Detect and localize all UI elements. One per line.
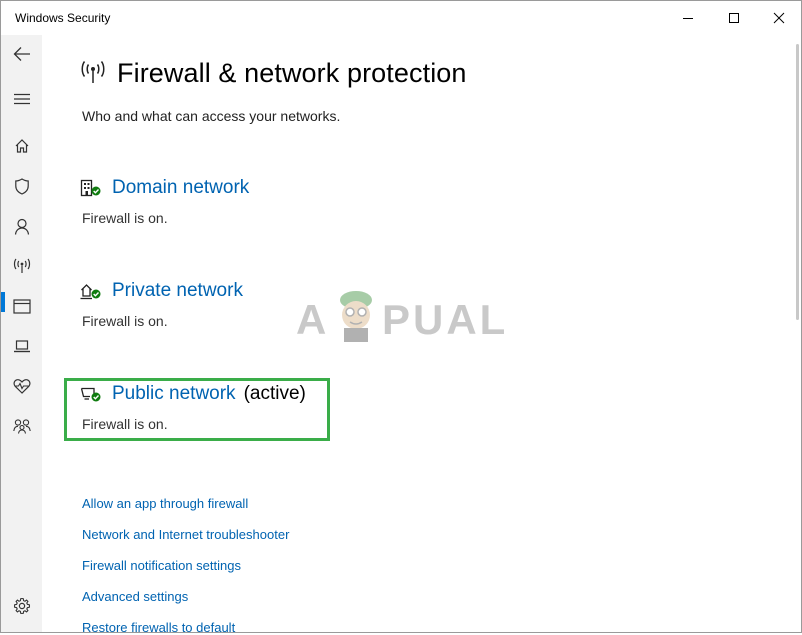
svg-text:PUALS: PUALS [382,296,506,343]
title-bar: Windows Security [1,1,801,35]
sidebar-item-family-options[interactable] [1,412,42,440]
shield-icon [14,177,29,195]
close-icon [773,12,785,24]
private-network-status: Firewall is on. [82,313,168,329]
private-network-link[interactable]: Private network [112,280,243,302]
window-title: Windows Security [15,11,111,25]
close-button[interactable] [756,2,802,34]
person-icon [14,218,29,235]
family-icon [12,419,31,434]
sidebar-item-device-performance[interactable] [1,372,42,400]
sidebar [1,35,42,632]
public-network-icon [80,387,101,402]
domain-network-icon [80,179,101,197]
heart-pulse-icon [13,379,30,394]
network-name: Public network [112,383,236,404]
sidebar-item-device-security[interactable] [1,332,42,360]
public-network-status: Firewall is on. [82,416,168,432]
maximize-icon [729,13,739,23]
page-subtitle: Who and what can access your networks. [82,108,341,124]
domain-network-link[interactable]: Domain network [112,177,249,199]
network-name: Private network [112,280,243,301]
appuals-watermark-logo: A PUALS [296,291,506,343]
advanced-settings-link[interactable]: Advanced settings [82,589,188,604]
sidebar-item-firewall[interactable] [1,252,42,280]
active-label: (active) [243,383,306,404]
page-title: Firewall & network protection [117,58,467,88]
network-troubleshooter-link[interactable]: Network and Internet troubleshooter [82,527,289,542]
maximize-button[interactable] [711,2,757,34]
allow-app-through-firewall-link[interactable]: Allow an app through firewall [82,496,248,511]
hamburger-icon [13,93,30,105]
laptop-icon [13,340,30,353]
back-arrow-icon [13,47,30,61]
browser-window-icon [12,298,31,314]
minimize-button[interactable] [665,2,711,34]
antenna-icon [81,61,105,83]
minimize-icon [683,18,693,19]
gear-icon [13,597,30,615]
domain-network-status: Firewall is on. [82,210,168,226]
private-network-icon [80,284,101,300]
menu-button[interactable] [1,85,42,113]
sidebar-item-home[interactable] [1,132,42,160]
svg-text:A: A [296,296,329,343]
sidebar-item-account-protection[interactable] [1,212,42,240]
scrollbar[interactable] [796,44,799,320]
public-network-link[interactable]: Public network (active) [112,383,306,405]
firewall-notification-settings-link[interactable]: Firewall notification settings [82,558,241,573]
back-button[interactable] [1,40,42,68]
settings-button[interactable] [1,592,42,620]
network-name: Domain network [112,177,250,198]
home-icon [15,139,28,153]
sidebar-item-virus-protection[interactable] [1,172,42,200]
sidebar-item-app-browser-control[interactable] [1,292,42,320]
antenna-icon [13,258,30,273]
